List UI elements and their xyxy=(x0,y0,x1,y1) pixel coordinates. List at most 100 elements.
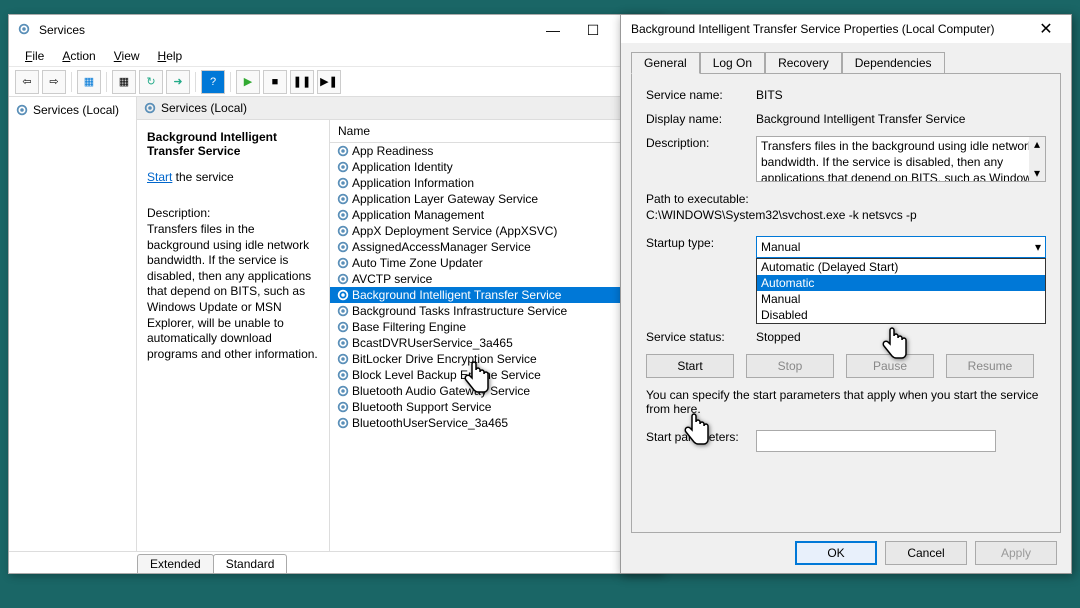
gear-icon xyxy=(336,272,350,286)
display-name-label: Display name: xyxy=(646,112,756,126)
service-row[interactable]: Background Intelligent Transfer ServiceT… xyxy=(330,287,661,303)
service-status-label: Service status: xyxy=(646,330,756,344)
service-row[interactable]: Bluetooth Support ServiceTl xyxy=(330,399,661,415)
service-row[interactable]: AssignedAccessManager ServiceA xyxy=(330,239,661,255)
refresh-button[interactable]: ↻ xyxy=(139,70,163,94)
play-button[interactable]: ▶ xyxy=(236,70,260,94)
description-label: Description: xyxy=(646,136,756,150)
start-params-input[interactable] xyxy=(756,430,996,452)
description-label: Description: xyxy=(147,206,319,220)
list-header: Name D xyxy=(330,120,661,143)
service-row[interactable]: Block Level Backup Engine ServiceTl xyxy=(330,367,661,383)
tab-general[interactable]: General xyxy=(631,52,700,74)
pause-button[interactable]: ❚❚ xyxy=(290,70,314,94)
stop-button[interactable]: ■ xyxy=(263,70,287,94)
menu-action[interactable]: Action xyxy=(54,47,103,65)
scrollbar[interactable]: ▴▾ xyxy=(1029,137,1045,181)
service-name-label: Service name: xyxy=(646,88,756,102)
service-row[interactable]: Application IdentityD xyxy=(330,159,661,175)
dropdown-option[interactable]: Disabled xyxy=(757,307,1045,323)
service-name: Block Level Backup Engine Service xyxy=(352,368,637,382)
service-name: Bluetooth Support Service xyxy=(352,400,637,414)
export-button[interactable]: ➜ xyxy=(166,70,190,94)
path-value: C:\WINDOWS\System32\svchost.exe -k netsv… xyxy=(646,208,917,222)
window-title: Services xyxy=(39,23,533,37)
dropdown-option[interactable]: Manual xyxy=(757,291,1045,307)
gear-icon xyxy=(336,176,350,190)
startup-type-dropdown[interactable]: Manual ▾ xyxy=(756,236,1046,258)
dropdown-option[interactable]: Automatic (Delayed Start) xyxy=(757,259,1045,275)
apply-button: Apply xyxy=(975,541,1057,565)
menu-file[interactable]: File xyxy=(17,47,52,65)
service-row[interactable]: BluetoothUserService_3a465Tl xyxy=(330,415,661,431)
minimize-button[interactable]: — xyxy=(533,22,573,38)
service-name: AVCTP service xyxy=(352,272,637,286)
service-row[interactable]: AppX Deployment Service (AppXSVC)P xyxy=(330,223,661,239)
forward-button[interactable]: ⇨ xyxy=(42,70,66,94)
service-row[interactable]: Bluetooth Audio Gateway ServiceS xyxy=(330,383,661,399)
ok-button[interactable]: OK xyxy=(795,541,877,565)
pause-button: Pause xyxy=(846,354,934,378)
tab-dependencies[interactable]: Dependencies xyxy=(842,52,945,74)
menu-bar: File Action View Help xyxy=(9,45,661,67)
service-name: Background Tasks Infrastructure Service xyxy=(352,304,637,318)
description-text: Transfers files in the background using … xyxy=(147,222,319,362)
gear-icon xyxy=(336,384,350,398)
tab-recovery[interactable]: Recovery xyxy=(765,52,842,74)
services-list: Name D App ReadinessGApplication Identit… xyxy=(329,120,661,551)
maximize-button[interactable]: ☐ xyxy=(573,22,613,39)
service-name: Base Filtering Engine xyxy=(352,320,637,334)
service-row[interactable]: BcastDVRUserService_3a465Tl xyxy=(330,335,661,351)
menu-help[interactable]: Help xyxy=(150,47,191,65)
path-label: Path to executable: xyxy=(646,192,749,206)
restart-button[interactable]: ▶❚ xyxy=(317,70,341,94)
service-name: BitLocker Drive Encryption Service xyxy=(352,352,637,366)
service-row[interactable]: BitLocker Drive Encryption ServiceB xyxy=(330,351,661,367)
services-icon xyxy=(17,22,33,38)
service-name: AssignedAccessManager Service xyxy=(352,240,637,254)
service-name: BcastDVRUserService_3a465 xyxy=(352,336,637,350)
gear-icon xyxy=(336,192,350,206)
gear-icon xyxy=(336,352,350,366)
toolbar-btn[interactable]: ▦ xyxy=(112,70,136,94)
start-params-label: Start parameters: xyxy=(646,430,756,444)
service-row[interactable]: App ReadinessG xyxy=(330,143,661,159)
tab-standard[interactable]: Standard xyxy=(213,554,288,573)
dropdown-option[interactable]: Automatic xyxy=(757,275,1045,291)
gear-icon xyxy=(336,304,350,318)
content-header: Services (Local) xyxy=(137,97,661,120)
service-row[interactable]: AVCTP serviceTl xyxy=(330,271,661,287)
close-icon[interactable]: ✕ xyxy=(1031,19,1061,39)
service-name: BluetoothUserService_3a465 xyxy=(352,416,637,430)
tab-logon[interactable]: Log On xyxy=(700,52,765,74)
service-name: Application Identity xyxy=(352,160,637,174)
service-name-value: BITS xyxy=(756,88,1046,102)
help-button[interactable]: ? xyxy=(201,70,225,94)
col-name[interactable]: Name xyxy=(330,120,641,142)
start-button[interactable]: Start xyxy=(646,354,734,378)
service-name: AppX Deployment Service (AppXSVC) xyxy=(352,224,637,238)
service-name: Application Layer Gateway Service xyxy=(352,192,637,206)
service-row[interactable]: Base Filtering EngineTl xyxy=(330,319,661,335)
service-row[interactable]: Application InformationFa xyxy=(330,175,661,191)
gear-icon xyxy=(336,144,350,158)
tab-content: Service name: BITS Display name: Backgro… xyxy=(631,73,1061,533)
service-row[interactable]: Auto Time Zone UpdaterA xyxy=(330,255,661,271)
resume-button: Resume xyxy=(946,354,1034,378)
service-row[interactable]: Background Tasks Infrastructure ServiceW xyxy=(330,303,661,319)
service-row[interactable]: Application Layer Gateway ServiceP xyxy=(330,191,661,207)
dialog-tabs: General Log On Recovery Dependencies xyxy=(621,43,1071,73)
menu-view[interactable]: View xyxy=(106,47,148,65)
properties-dialog: Background Intelligent Transfer Service … xyxy=(620,14,1072,574)
service-row[interactable]: Application ManagementP xyxy=(330,207,661,223)
cancel-button[interactable]: Cancel xyxy=(885,541,967,565)
back-button[interactable]: ⇦ xyxy=(15,70,39,94)
tree-services-local[interactable]: Services (Local) xyxy=(13,101,132,119)
start-link[interactable]: Start xyxy=(147,170,172,184)
gear-icon xyxy=(336,208,350,222)
tab-extended[interactable]: Extended xyxy=(137,554,214,573)
stop-button: Stop xyxy=(746,354,834,378)
toolbar-btn[interactable]: ▦ xyxy=(77,70,101,94)
left-tree-panel: Services (Local) xyxy=(9,97,137,551)
service-name: App Readiness xyxy=(352,144,637,158)
